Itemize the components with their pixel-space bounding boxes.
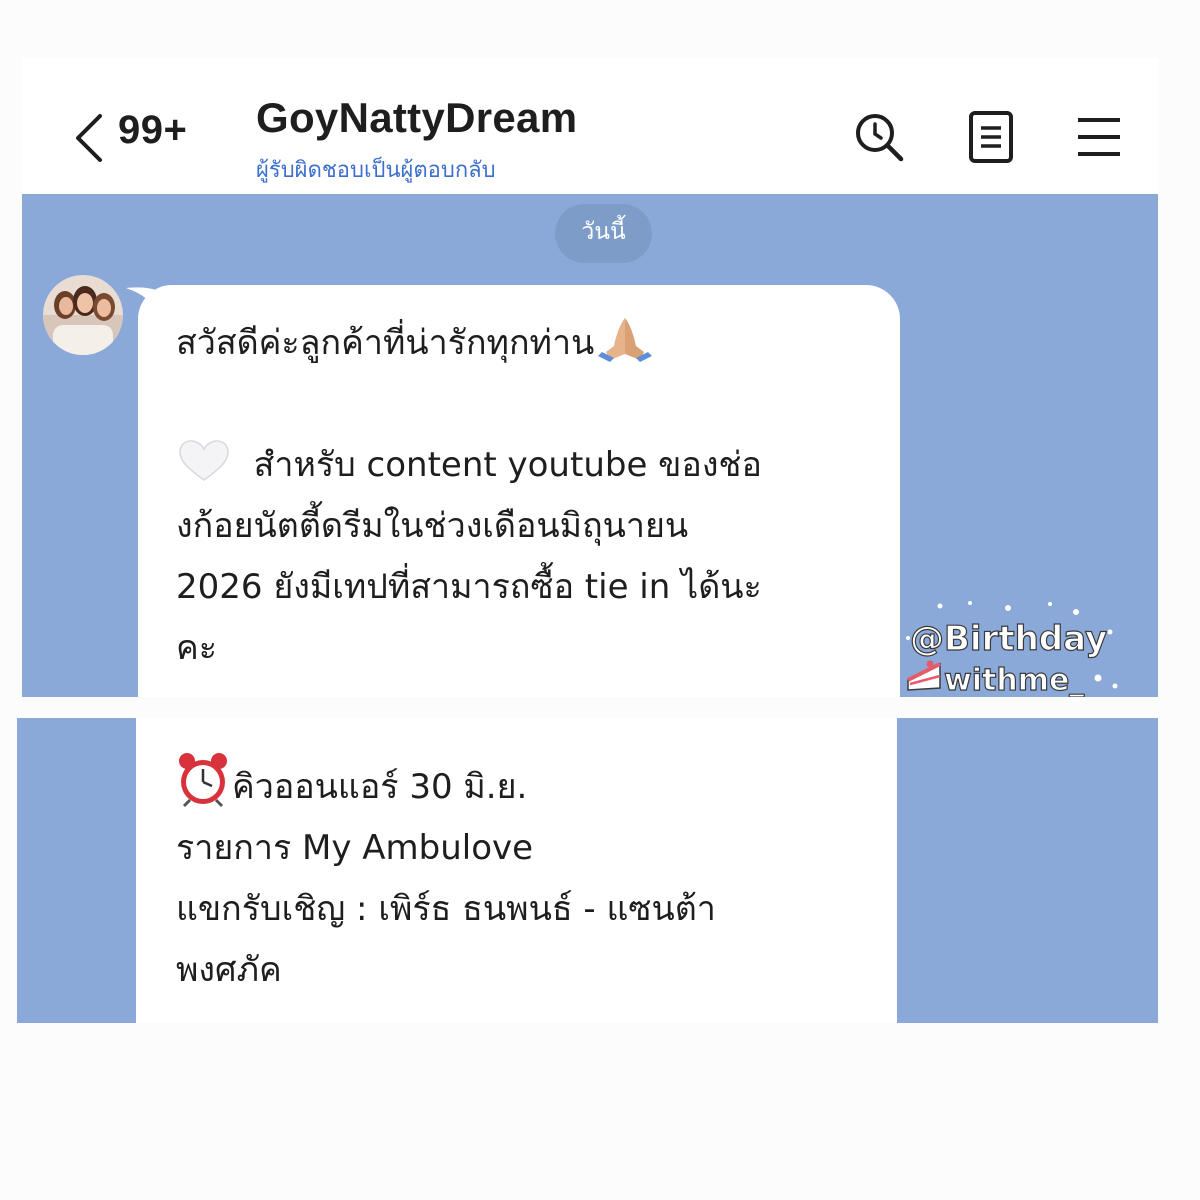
chat-subtitle: ผู้รับผิดชอบเป็นผู้ตอบกลับ: [256, 158, 496, 183]
message-line: 2026 ยังมีเทปที่สามารถซื้อ tie in ได้นะ: [176, 567, 762, 607]
notes-icon[interactable]: [964, 110, 1018, 164]
avatar-photo: [43, 275, 123, 355]
message-line: สำหรับ content youtube ของช่อ: [253, 445, 762, 485]
message-text: สวัสดีค่ะลูกค้าที่น่ารักทุกท่าน สำหรับ c…: [176, 312, 876, 679]
watermark-line1: @Birthday: [910, 619, 1107, 659]
watermark-line2: withme_: [944, 663, 1084, 697]
chat-background-left: [17, 718, 136, 1023]
folded-hands-emoji: [598, 318, 653, 362]
message-line: แขกรับเชิญ : เพิร์ธ ธนพนธ์ - แซนต้า: [176, 889, 716, 929]
message-line: คิวออนแอร์ 30 มิ.ย.: [232, 767, 528, 807]
message-line: พงศภัค: [176, 950, 282, 990]
message-line: คะ: [176, 628, 218, 668]
chevron-left-icon[interactable]: [70, 110, 104, 166]
cake-slice-icon: [907, 660, 941, 691]
hamburger-menu-icon[interactable]: [1072, 110, 1126, 164]
message-line: สวัสดีค่ะลูกค้าที่น่ารักทุกท่าน: [176, 323, 595, 363]
message-line: รายการ My Ambulove: [176, 828, 534, 868]
chat-background-right: [897, 718, 1158, 1023]
date-separator: วันนี้: [555, 204, 652, 263]
birthday-watermark: @Birthday withme_: [906, 601, 1118, 697]
message-line: งก้อยนัตตี้ดรีมในช่วงเดือนมิถุนายน: [176, 506, 689, 546]
message-text-continued: คิวออนแอร์ 30 มิ.ย. รายการ My Ambulove แ…: [176, 750, 876, 1001]
sender-avatar[interactable]: [43, 275, 123, 355]
search-icon[interactable]: [852, 110, 906, 164]
unread-count-badge[interactable]: 99+: [118, 108, 187, 153]
alarm-clock-emoji: [179, 753, 227, 808]
white-heart-emoji: [179, 440, 229, 481]
chat-title: GoyNattyDream: [256, 94, 578, 141]
chat-header: 99+ GoyNattyDream ผู้รับผิดชอบเป็นผู้ตอบ…: [22, 58, 1158, 194]
